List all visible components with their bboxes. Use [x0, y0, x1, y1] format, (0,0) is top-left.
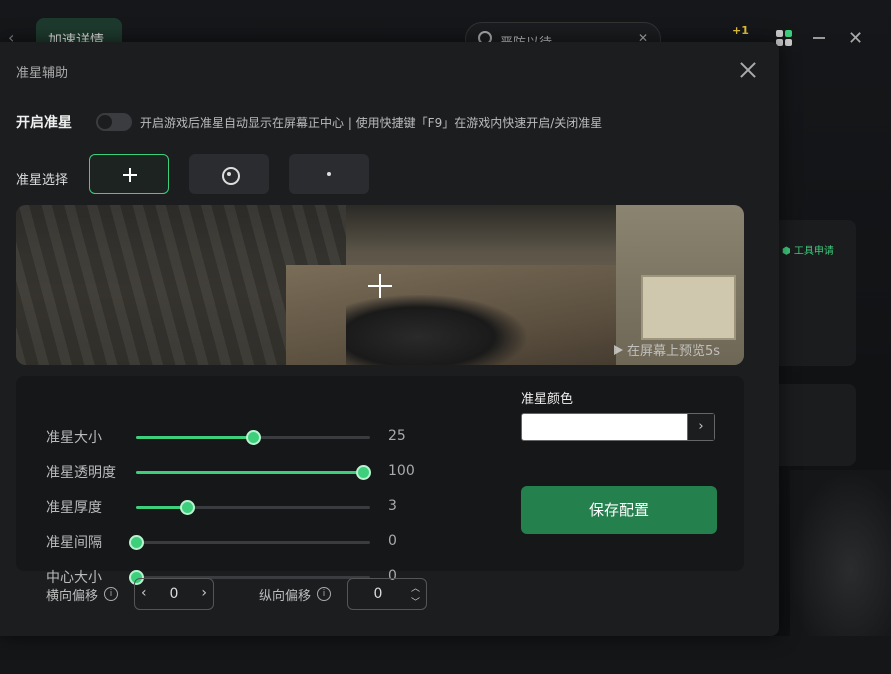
play-icon — [613, 344, 623, 355]
v-offset-value[interactable]: 0 — [348, 586, 408, 602]
slider-value: 3 — [388, 498, 397, 514]
slider-value: 0 — [388, 533, 397, 549]
chevron-right-icon[interactable]: › — [201, 585, 207, 601]
bottom-area — [0, 636, 891, 674]
chevron-right-icon[interactable]: › — [687, 414, 714, 440]
color-label: 准星颜色 — [521, 392, 574, 407]
slider-row: 准星间隔 0 — [46, 532, 436, 552]
enable-label: 开启准星 — [16, 115, 72, 131]
side-card — [772, 384, 856, 466]
apps-grid-icon[interactable] — [776, 30, 792, 46]
settings-panel: 准星大小 25 准星透明度 100 准星厚度 3 准星间隔 0 中心大小 0 准星颜色 › 保存配… — [16, 376, 744, 586]
info-icon[interactable]: i — [317, 587, 332, 601]
slider-track[interactable] — [136, 430, 370, 445]
crosshair-preview: 在屏幕上预览5s — [16, 205, 744, 365]
slider-track[interactable] — [136, 465, 371, 480]
slider-label: 准星厚度 — [46, 500, 102, 516]
v-offset-label: 纵向偏移 — [259, 588, 312, 604]
slider-value: 100 — [388, 463, 415, 479]
crosshair-cross-option[interactable] — [89, 154, 169, 194]
slider-row: 准星大小 25 — [46, 427, 436, 447]
slider-track[interactable] — [129, 535, 370, 550]
badge-text: +1 — [732, 24, 749, 37]
slider-thumb[interactable] — [129, 535, 144, 550]
slider-label: 准星大小 — [46, 430, 102, 446]
window-close-icon[interactable]: ✕ — [848, 28, 863, 49]
slider-track[interactable] — [136, 500, 370, 515]
crosshair-dot-option[interactable] — [289, 154, 369, 194]
minimize-icon[interactable] — [813, 37, 825, 39]
slider-row: 准星厚度 3 — [46, 497, 436, 517]
enable-toggle[interactable] — [96, 113, 132, 131]
chevron-down-icon[interactable]: ﹀ — [411, 595, 420, 608]
h-offset-row: 横向偏移 i ‹ 0 › — [46, 578, 215, 610]
v-offset-stepper[interactable]: 0 ︿ ﹀ — [347, 578, 428, 610]
preview-on-screen-button[interactable]: 在屏幕上预览5s — [613, 340, 720, 359]
crosshair-circle-option[interactable] — [189, 154, 269, 194]
slider-thumb[interactable] — [246, 430, 261, 445]
chevron-up-icon[interactable]: ︿ — [411, 581, 420, 594]
slider-row: 准星透明度 100 — [46, 462, 436, 482]
crosshair-select-row: 准星选择 — [16, 154, 389, 194]
enable-row: 开启准星 开启游戏后准星自动显示在屏幕正中心 | 使用快捷键「F9」在游戏内快速… — [16, 112, 602, 132]
close-icon[interactable] — [738, 60, 758, 80]
preview-button-label: 在屏幕上预览5s — [626, 344, 720, 359]
preview-crosshair-icon — [368, 274, 392, 298]
v-offset-row: 纵向偏移 i 0 ︿ ﹀ — [259, 578, 428, 610]
h-offset-stepper[interactable]: ‹ 0 › — [134, 578, 215, 610]
dialog-title: 准星辅助 — [16, 66, 69, 81]
preview-weapon — [346, 295, 526, 365]
color-picker[interactable]: › — [521, 413, 715, 441]
slider-thumb[interactable] — [180, 500, 195, 515]
slider-label: 准星透明度 — [46, 465, 116, 481]
select-label: 准星选择 — [16, 172, 69, 188]
slider-label: 准星间隔 — [46, 535, 102, 551]
slider-value: 25 — [388, 428, 406, 444]
enable-hint: 开启游戏后准星自动显示在屏幕正中心 | 使用快捷键「F9」在游戏内快速开启/关闭… — [140, 115, 603, 130]
info-icon[interactable]: i — [104, 587, 119, 601]
slider-thumb[interactable] — [356, 465, 371, 480]
save-button[interactable]: 保存配置 — [521, 486, 717, 534]
tool-apply-link[interactable]: ⬢ 工具申请 — [782, 242, 834, 257]
h-offset-label: 横向偏移 — [46, 588, 99, 604]
crosshair-dialog: 准星辅助 开启准星 开启游戏后准星自动显示在屏幕正中心 | 使用快捷键「F9」在… — [0, 42, 779, 636]
